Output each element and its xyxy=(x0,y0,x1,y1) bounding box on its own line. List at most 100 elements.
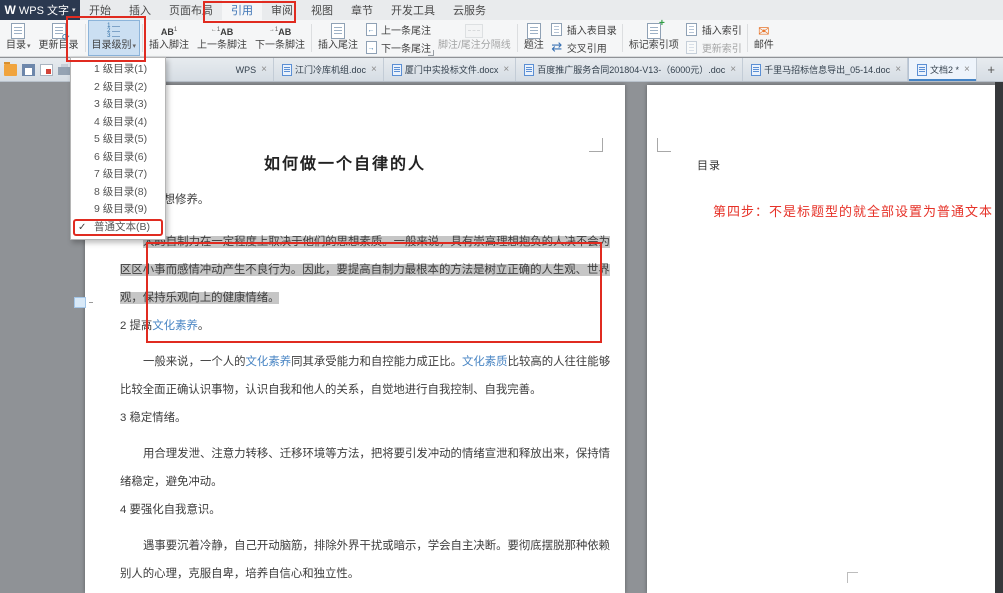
dropdown-item-1 级目录(1)[interactable]: 1 级目录(1) xyxy=(71,61,165,79)
close-tab-icon[interactable]: × xyxy=(503,64,509,75)
doc-text: 用合理发泄、注意力转移、迁移环境等方法，把将要引发冲动的情绪宣泄和释放出来，保持… xyxy=(143,448,610,460)
doc-line-text: 一般来说，一个人的文化素养同其承受能力和自控能力成正比。文化素质比较高的人往往能… xyxy=(143,356,610,368)
open-folder-icon[interactable] xyxy=(4,64,17,76)
close-tab-icon[interactable]: × xyxy=(964,64,970,75)
dropdown-item-7 级目录(7)[interactable]: 7 级目录(7) xyxy=(71,166,165,184)
dialog-launcher-icon[interactable] xyxy=(428,50,434,56)
ribbon-button-题注[interactable]: 题注 xyxy=(520,20,548,56)
new-tab-button[interactable]: + xyxy=(979,58,1003,81)
ribbon-button-label: 交叉引用 xyxy=(567,40,607,55)
ribbon-button-上一条尾注[interactable]: ← 上一条尾注 xyxy=(365,22,431,37)
ribbon-button-label: 下一条尾注 xyxy=(381,40,431,55)
document-tab[interactable]: 文档2 *× xyxy=(908,58,977,81)
doc-line: 4 要强化自我意识。 xyxy=(120,496,602,524)
ribbon-button-插入尾注[interactable]: 插入尾注 xyxy=(314,20,362,56)
dropdown-item-普通文本(B)[interactable]: ✓普通文本(B) xyxy=(71,219,165,237)
ribbon-button-插入脚注[interactable]: AB1插入脚注 xyxy=(145,20,193,56)
menu-tab-云服务[interactable]: 云服务 xyxy=(444,0,495,20)
ribbon-button-上一条脚注[interactable]: ←1AB上一条脚注 xyxy=(193,20,251,56)
document-tab[interactable]: 百度推广服务合同201804-V13-（6000元）.doc× xyxy=(516,58,743,81)
mark-index-entry-icon: + xyxy=(647,23,661,39)
doc-text: 比较高的人往往能够 xyxy=(508,356,611,368)
ribbon-button-脚注/尾注分隔线[interactable]: 脚注/尾注分隔线 xyxy=(434,20,515,56)
close-tab-icon[interactable]: × xyxy=(261,64,267,75)
toc-heading: 目录 xyxy=(697,157,721,173)
doc-text: 别人的心理，克服自卑，培养自信心和独立性。 xyxy=(120,568,359,580)
ribbon-button-label: 下一条脚注 xyxy=(255,40,305,51)
doc-line-text: 3 稳定情绪。 xyxy=(120,412,186,424)
ribbon-button-目录[interactable]: 目录▾ xyxy=(2,20,35,56)
doc-text: 绪稳定，避免冲动。 xyxy=(120,476,223,488)
menu-tab-章节[interactable]: 章节 xyxy=(342,0,382,20)
text-boundary-corner-mark xyxy=(847,572,858,583)
annotation-box-toc-level-button xyxy=(66,16,146,62)
doc-line-text: 绪稳定，避免冲动。 xyxy=(120,476,223,488)
hyperlink-text[interactable]: 文化素质 xyxy=(462,356,508,368)
ribbon-button-邮件[interactable]: ✉邮件 xyxy=(750,20,778,56)
ribbon: 目录▾⟳更新目录123目录级别▾AB1插入脚注←1AB上一条脚注→1AB下一条脚… xyxy=(0,20,1003,57)
toc-level-margin-marker[interactable] xyxy=(74,297,86,308)
ribbon-button-标记索引项[interactable]: +标记索引项 xyxy=(625,20,683,56)
dropdown-item-9 级目录(9)[interactable]: 9 级目录(9) xyxy=(71,201,165,219)
dropdown-item-4 级目录(4)[interactable]: 4 级目录(4) xyxy=(71,114,165,132)
insert-footnote-icon: AB1 xyxy=(161,23,177,39)
dropdown-item-6 级目录(6)[interactable]: 6 级目录(6) xyxy=(71,149,165,167)
ribbon-button-label: 插入表目录 xyxy=(567,22,617,37)
window-edge xyxy=(995,82,1003,593)
insert-endnote-icon xyxy=(331,23,345,39)
ribbon-button-交叉引用[interactable]: ⇄交叉引用 xyxy=(551,40,617,55)
text-boundary-corner-mark xyxy=(589,138,603,152)
document-icon xyxy=(392,64,402,76)
footnote-separator-icon xyxy=(465,23,483,39)
ribbon-group: 题注 插入表目录 ⇄交叉引用 xyxy=(520,20,620,56)
close-tab-icon[interactable]: × xyxy=(371,64,377,75)
ribbon-group-separator xyxy=(311,24,312,52)
ribbon-group: AB1插入脚注←1AB上一条脚注→1AB下一条脚注 xyxy=(145,20,309,56)
ribbon-stack: ← 上一条尾注 →下一条尾注 xyxy=(362,20,434,56)
close-tab-icon[interactable]: × xyxy=(730,64,736,75)
doc-text: 比较全面正确认识事物，认识自我和他人的关系，自觉地进行自我控制、自我完善。 xyxy=(120,384,541,396)
toc-level-dropdown: 1 级目录(1)2 级目录(2)3 级目录(3)4 级目录(4)5 级目录(5)… xyxy=(70,57,166,240)
dropdown-item-8 级目录(8)[interactable]: 8 级目录(8) xyxy=(71,184,165,202)
menu-tab-视图[interactable]: 视图 xyxy=(302,0,342,20)
document-tab[interactable]: 千里马招标信息导出_05-14.doc× xyxy=(743,58,908,81)
export-pdf-icon[interactable] xyxy=(40,64,53,76)
doc-line: 别人的心理，克服自卑，培养自信心和独立性。 xyxy=(120,560,602,588)
dropdown-item-2 级目录(2)[interactable]: 2 级目录(2) xyxy=(71,79,165,97)
close-tab-icon[interactable]: × xyxy=(895,64,901,75)
ribbon-button-label: 插入尾注 xyxy=(318,40,358,51)
ribbon-button-label: 邮件 xyxy=(754,40,774,51)
caption-icon xyxy=(527,23,541,39)
doc-line: 遇事要沉着冷静，自己开动脑筋，排除外界干扰或暗示，学会自主决断。要彻底摆脱那种依… xyxy=(120,532,602,560)
document-tab-label: 江门冷库机组.doc xyxy=(295,63,366,76)
table-of-figures-icon xyxy=(551,23,563,36)
ribbon-button-label: 目录▾ xyxy=(6,40,31,52)
ribbon-button-下一条脚注[interactable]: →1AB下一条脚注 xyxy=(251,20,309,56)
ribbon-button-label: 上一条脚注 xyxy=(197,40,247,51)
document-tabs: WPS×江门冷库机组.doc×厦门中实投标文件.docx×百度推广服务合同201… xyxy=(93,58,979,81)
hyperlink-text[interactable]: 文化素养 xyxy=(246,356,292,368)
ribbon-button-下一条尾注[interactable]: →下一条尾注 xyxy=(365,40,431,55)
dropdown-item-5 级目录(5)[interactable]: 5 级目录(5) xyxy=(71,131,165,149)
doc-line: 1 提高思想修养。 xyxy=(120,186,602,214)
ribbon-button-label: 上一条尾注 xyxy=(381,22,431,37)
ribbon-button-更新索引[interactable]: 更新索引 xyxy=(686,40,742,55)
dropdown-item-3 级目录(3)[interactable]: 3 级目录(3) xyxy=(71,96,165,114)
ribbon-button-插入表目录[interactable]: 插入表目录 xyxy=(551,22,617,37)
menu-tab-开发工具[interactable]: 开发工具 xyxy=(382,0,444,20)
update-toc-icon: ⟳ xyxy=(52,23,66,39)
document-icon xyxy=(524,64,534,76)
save-icon[interactable] xyxy=(22,64,35,76)
document-tab-label: WPS xyxy=(236,65,257,75)
prev-endnote-icon: ← xyxy=(365,23,377,36)
step-annotation: 第四步：不是标题型的就全部设置为普通文本 xyxy=(713,201,993,220)
title-bar: W WPS 文字 ▾ 开始插入页面布局引用审阅视图章节开发工具云服务 xyxy=(0,0,1003,20)
document-icon xyxy=(917,64,927,76)
ribbon-button-label: 更新索引 xyxy=(702,40,742,55)
document-tab[interactable]: 厦门中实投标文件.docx× xyxy=(384,58,516,81)
document-tab[interactable]: 江门冷库机组.doc × xyxy=(274,58,384,81)
toc-page[interactable]: 目录 第四步：不是标题型的就全部设置为普通文本 xyxy=(647,85,995,593)
ribbon-button-插入索引[interactable]: 插入索引 xyxy=(686,22,742,37)
doc-text: 一般来说，一个人的 xyxy=(143,356,246,368)
toc-icon xyxy=(11,23,25,39)
